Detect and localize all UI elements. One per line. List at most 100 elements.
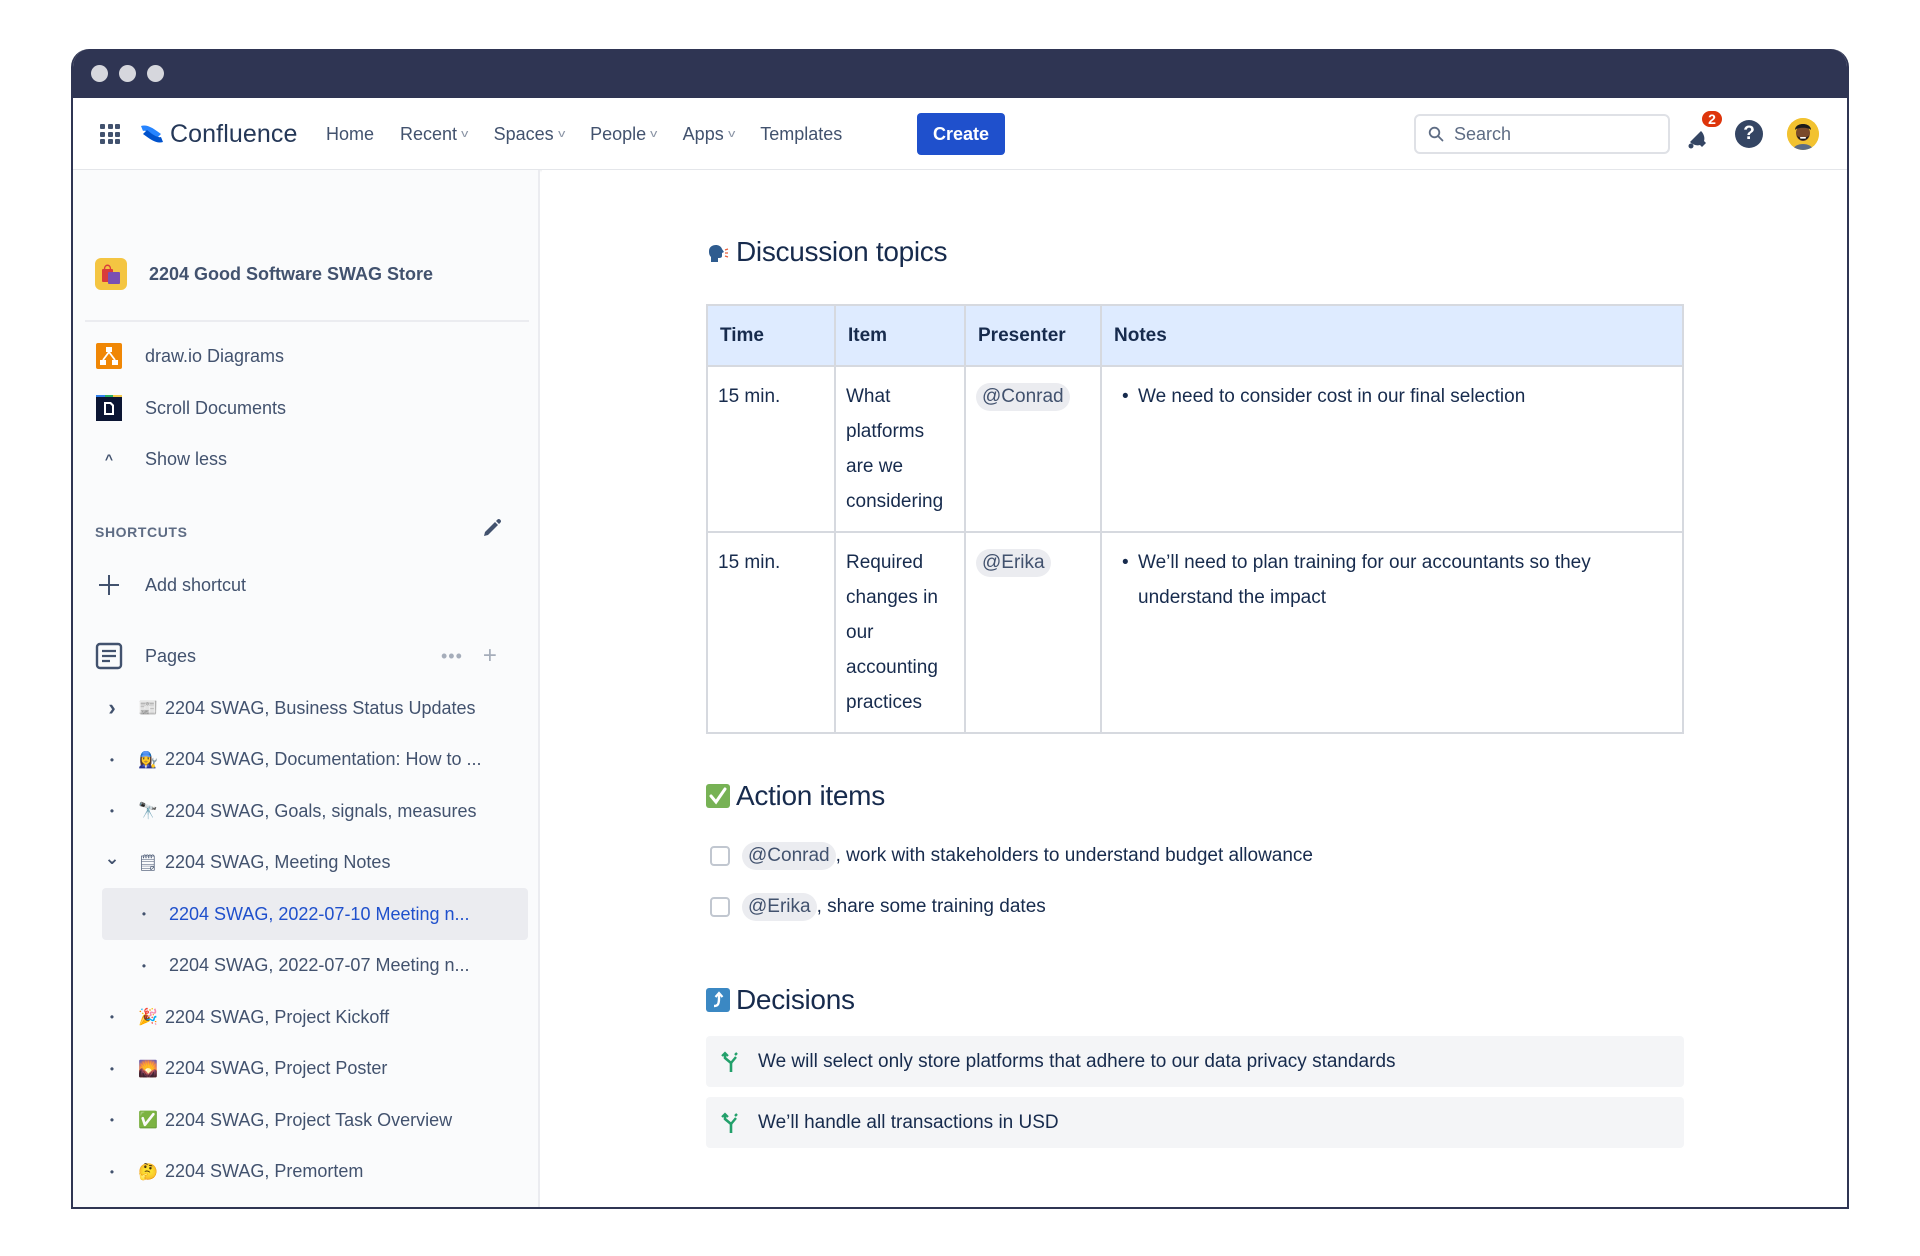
page-title: 2204 SWAG, Project Poster: [165, 1058, 388, 1078]
search-box[interactable]: [1414, 114, 1670, 154]
decision-icon: [721, 1050, 738, 1072]
bullet-icon: •: [109, 752, 115, 767]
note-item: We’ll need to plan training for our acco…: [1112, 545, 1672, 615]
action-item: @Erika , share some training dates: [710, 893, 1046, 921]
window-maximize-dot[interactable]: [147, 65, 164, 82]
search-input[interactable]: [1454, 123, 1654, 145]
pages-label: Pages: [145, 645, 197, 666]
sidebar-item-pages[interactable]: Pages: [95, 639, 196, 673]
action-items-heading: Action items: [706, 780, 885, 812]
notification-bell-icon[interactable]: [1685, 126, 1709, 150]
space-shopping-bags-icon: [95, 258, 127, 290]
chevron-down-icon: v: [557, 128, 565, 140]
task-text: , share some training dates: [816, 896, 1046, 917]
nav-spaces-label: Spaces: [493, 123, 554, 144]
decision-text: We’ll handle all transactions in USD: [758, 1111, 1059, 1133]
bullet-icon: •: [141, 958, 147, 973]
nav-people[interactable]: People v: [590, 124, 657, 145]
task-text: , work with stakeholders to understand b…: [835, 845, 1314, 866]
nav-templates[interactable]: Templates: [760, 124, 842, 145]
chevron-down-icon: v: [650, 128, 658, 140]
scroll-documents-icon: [95, 394, 123, 422]
nav-apps-label: Apps: [682, 123, 724, 144]
chevron-right-icon[interactable]: ›: [101, 695, 123, 721]
task-checkbox[interactable]: [710, 897, 730, 917]
page-title: 2204 SWAG, Project Kickoff: [165, 1006, 390, 1027]
decision-item: We’ll handle all transactions in USD: [706, 1097, 1684, 1148]
nav-recent-label: Recent: [400, 123, 458, 144]
bullet-icon: •: [109, 1010, 115, 1024]
create-button[interactable]: Create: [917, 113, 1005, 155]
page-tree-item[interactable]: • 👩‍🔧 2204 SWAG, Documentation: How to ...: [101, 739, 521, 781]
page-tree-item[interactable]: • 2204 SWAG, 2022-07-10 Meeting n...: [133, 893, 553, 935]
space-header[interactable]: 2204 Good Software SWAG Store: [95, 258, 433, 290]
decision-item: We will select only store platforms that…: [706, 1036, 1684, 1087]
page-tree-item[interactable]: • 2204 SWAG, 2022-07-07 Meeting n...: [133, 945, 553, 987]
page-tree-item[interactable]: › 📰 2204 SWAG, Business Status Updates: [101, 687, 521, 729]
edit-shortcuts-pencil-icon[interactable]: [481, 517, 503, 539]
cell-time: 15 min.: [706, 365, 836, 533]
user-mention[interactable]: @Erika: [742, 893, 817, 921]
more-actions-icon[interactable]: •••: [441, 646, 463, 667]
user-mention[interactable]: @Conrad: [976, 383, 1070, 411]
user-mention[interactable]: @Conrad: [742, 842, 836, 870]
page-tree-item[interactable]: • 🔭 2204 SWAG, Goals, signals, measures: [101, 790, 521, 832]
chevron-down-icon[interactable]: ⌄: [101, 848, 123, 869]
column-header-notes: Notes: [1100, 304, 1684, 367]
chevron-up-icon: ^: [104, 451, 114, 467]
page-title: 2204 SWAG, Premortem: [165, 1161, 364, 1181]
cell-item: Required changes in our accounting pract…: [834, 531, 966, 734]
app-name: Confluence: [170, 119, 298, 148]
column-header-presenter: Presenter: [964, 304, 1102, 367]
discussion-table: Time Item Presenter Notes 15 min. What p…: [706, 304, 1684, 734]
nav-spaces[interactable]: Spaces v: [494, 124, 565, 145]
chevron-down-icon: v: [727, 128, 736, 140]
confluence-logo[interactable]: Confluence: [139, 117, 297, 151]
discussion-topics-heading: Discussion topics: [706, 236, 948, 268]
app-switcher-icon[interactable]: [100, 124, 120, 144]
window-minimize-dot[interactable]: [119, 65, 136, 82]
add-shortcut-button[interactable]: Add shortcut: [95, 568, 246, 602]
column-header-time: Time: [706, 304, 836, 367]
page-tree-item[interactable]: •💸2204 SWAG, Expenses: [101, 1202, 521, 1207]
speaking-head-icon: [706, 240, 730, 264]
add-page-icon[interactable]: +: [483, 642, 497, 670]
sidebar-divider: [85, 320, 529, 322]
help-icon[interactable]: ?: [1735, 120, 1763, 148]
title-bar: [73, 49, 1847, 98]
shortcuts-heading: SHORTCUTS: [95, 524, 188, 540]
browser-window: Confluence Home Recent v Spaces v People v …: [71, 49, 1849, 1209]
table-header-row: Time Item Presenter Notes: [706, 304, 1684, 367]
drawio-icon: [95, 342, 123, 370]
user-avatar[interactable]: [1787, 118, 1819, 150]
show-less-toggle[interactable]: ^ Show less: [95, 442, 227, 476]
page-tree-item[interactable]: • 🤔 2204 SWAG, Premortem: [101, 1151, 521, 1193]
task-checkbox[interactable]: [710, 846, 730, 866]
section-title: Decisions: [736, 984, 855, 1015]
page-title: 2204 SWAG, Business Status Updates: [165, 697, 476, 718]
nav-apps[interactable]: Apps v: [683, 124, 735, 145]
plus-icon: [95, 571, 123, 599]
notification-badge: 2: [1700, 109, 1724, 129]
nav-people-label: People: [590, 123, 647, 144]
confluence-logo-icon: [141, 125, 163, 143]
section-title: Action items: [736, 780, 885, 811]
nav-recent[interactable]: Recent v: [400, 124, 468, 145]
page-tree-item[interactable]: ⌄ 🗒 2204 SWAG, Meeting Notes: [101, 842, 521, 884]
user-mention[interactable]: @Erika: [976, 549, 1051, 577]
page-emoji-icon: 📰: [138, 700, 158, 717]
nav-home[interactable]: Home: [326, 124, 374, 145]
page-tree-item[interactable]: • 🌄 2204 SWAG, Project Poster: [101, 1048, 521, 1090]
page-tree-item[interactable]: • ✅ 2204 SWAG, Project Task Overview: [101, 1099, 521, 1141]
page-emoji-icon: 🗒: [137, 854, 159, 872]
sidebar-item-scroll-documents[interactable]: Scroll Documents: [95, 391, 286, 425]
show-less-label: Show less: [145, 448, 228, 469]
decision-icon: [721, 1111, 738, 1133]
cell-presenter: @Conrad: [964, 365, 1102, 533]
bullet-icon: •: [109, 1113, 115, 1127]
window-close-dot[interactable]: [91, 65, 108, 82]
page-emoji-icon: 🎉: [138, 1009, 158, 1026]
right-arrow-curving-up-icon: [706, 988, 730, 1012]
sidebar-item-drawio[interactable]: draw.io Diagrams: [95, 339, 284, 373]
page-tree-item[interactable]: • 🎉 2204 SWAG, Project Kickoff: [101, 996, 521, 1038]
